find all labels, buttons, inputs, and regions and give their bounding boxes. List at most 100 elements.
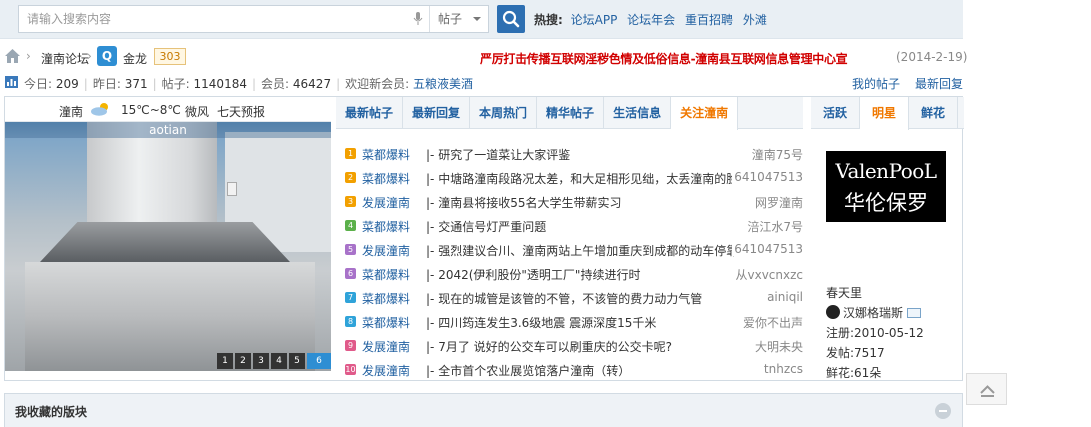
slideshow-caption: aotian — [5, 122, 331, 138]
home-icon[interactable] — [5, 49, 20, 63]
slideshow-page-button[interactable]: 4 — [271, 353, 287, 369]
search-box: 帖子 — [18, 5, 489, 33]
post-category-link[interactable]: 菜都爆料 — [362, 290, 410, 307]
post-title-link[interactable]: |- 四川筠连发生3.6级地震 震源深度15千米 — [426, 314, 736, 331]
post-category-link[interactable]: 菜都爆料 — [362, 170, 410, 187]
announcement-link[interactable]: 严厉打击传播互联网淫秽色情及低俗信息-潼南县互联网信息管理中心宣 — [480, 50, 848, 67]
post-title-link[interactable]: |- 强烈建议合川、潼南两站上午增加重庆到成都的动车停靠 — [426, 242, 736, 259]
tab-latest-posts[interactable]: 最新帖子 — [336, 97, 404, 129]
tab-flowers[interactable]: 鲜花 — [909, 97, 959, 129]
star-member-name[interactable]: 春天里 — [826, 283, 924, 303]
star-flower-count: 鲜花:61朵 — [826, 366, 882, 380]
slideshow-page-button[interactable]: 1 — [217, 353, 233, 369]
microphone-icon[interactable] — [413, 12, 423, 26]
new-member-link[interactable]: 五粮液美酒 — [413, 77, 473, 91]
post-title-link[interactable]: |- 7月了 说好的公交车可以刷重庆的公交卡呢? — [426, 338, 736, 355]
post-category-link[interactable]: 发展潼南 — [362, 242, 410, 259]
search-type-select[interactable]: 帖子 — [429, 6, 489, 32]
latest-reply-link[interactable]: 最新回复 — [915, 75, 963, 92]
post-rank-badge: 4 — [345, 220, 356, 231]
post-list: 1 菜都爆料 |- 研究了一道菜让大家评鉴 潼南75号 2 菜都爆料 |- 中塘路潼南段路况… — [342, 143, 803, 383]
post-author-link[interactable]: 从vxvcnxzc — [733, 266, 803, 283]
hot-keyword-link[interactable]: 论坛年会 — [627, 13, 675, 27]
post-category-link[interactable]: 菜都爆料 — [362, 266, 410, 283]
breadcrumb-forum-link[interactable]: 潼南论坛 — [41, 50, 89, 67]
tab-active-members[interactable]: 活跃 — [811, 97, 861, 129]
weather-temperature: 15℃~8℃ — [121, 103, 181, 117]
post-title-link[interactable]: |- 全市首个农业展览馆落户潼南（转） — [426, 362, 736, 379]
back-to-top-button[interactable] — [966, 373, 1007, 405]
forum-stats: 今日: 209 | 昨日: 371 | 帖子: 1140184 | 会员: 46427 | 欢迎… — [0, 72, 963, 92]
tab-follow-tongnan[interactable]: 关注潼南 — [671, 97, 739, 130]
qq-icon[interactable] — [826, 305, 840, 319]
post-author-link[interactable]: 涪江水7号 — [745, 218, 803, 235]
post-author-link[interactable]: ainiqil — [765, 290, 803, 304]
post-author-link[interactable]: tnhzcs — [761, 362, 803, 376]
tab-featured-posts[interactable]: 精华帖子 — [537, 97, 605, 129]
stats-text: 今日: 209 | 昨日: 371 | 帖子: 1140184 | 会员: 46427 | 欢迎… — [24, 77, 474, 91]
hot-keyword-link[interactable]: 外滩 — [743, 13, 767, 27]
member-tabs: 活跃 明星 鲜花 — [811, 97, 964, 130]
slideshow-page-button[interactable]: 3 — [253, 353, 269, 369]
search-button[interactable] — [497, 5, 525, 33]
top-search-bar: 帖子 热搜: 论坛APP 论坛年会 重百招聘 外滩 — [0, 0, 963, 39]
announcement-date: (2014-2-19) — [896, 50, 968, 64]
post-row: 10 发展潼南 |- 全市首个农业展览馆落户潼南（转） tnhzcs — [342, 359, 803, 383]
username-link[interactable]: 金龙 — [123, 50, 147, 67]
my-posts-link[interactable]: 我的帖子 — [852, 75, 900, 92]
slideshow-image[interactable]: aotian 1 2 3 4 5 6 — [5, 122, 331, 371]
post-author-link[interactable]: 潼南75号 — [749, 146, 803, 163]
weather-forecast-link[interactable]: 七天预报 — [217, 103, 265, 120]
post-author-link[interactable]: 网罗潼南 — [752, 194, 803, 211]
post-author-link[interactable]: 爱你不出声 — [740, 314, 803, 331]
post-rank-badge: 10 — [345, 364, 356, 375]
post-category-link[interactable]: 菜都爆料 — [362, 146, 410, 163]
post-category-link[interactable]: 菜都爆料 — [362, 314, 410, 331]
tab-weekly-hot[interactable]: 本周热门 — [470, 97, 538, 129]
post-row: 4 菜都爆料 |- 交通信号灯严重问题 涪江水7号 — [342, 215, 803, 239]
star-register-date: 注册:2010-05-12 — [826, 326, 924, 340]
favorite-forums-bar: 我收藏的版块 — [4, 393, 963, 427]
weather-bar: 潼南 15℃~8℃ 微风 七天预报 — [5, 97, 331, 122]
post-title-link[interactable]: |- 2042(伊利股份"透明工厂"持续进行时 — [426, 266, 736, 283]
yesterday-label: 昨日: — [92, 77, 121, 91]
slideshow-page-button[interactable]: 2 — [235, 353, 251, 369]
star-qq-name[interactable]: 汉娜格瑞斯 — [843, 306, 903, 320]
user-avatar[interactable]: Q — [97, 46, 117, 66]
favorite-forums-title: 我收藏的版块 — [15, 405, 88, 419]
tab-star-members[interactable]: 明星 — [860, 97, 910, 130]
collapse-icon[interactable] — [935, 403, 951, 419]
breadcrumb-separator: › — [87, 49, 92, 63]
post-category-link[interactable]: 发展潼南 — [362, 194, 410, 211]
hot-search-label: 热搜: — [534, 13, 563, 27]
post-rank-badge: 2 — [345, 172, 356, 183]
post-title-link[interactable]: |- 研究了一道菜让大家评鉴 — [426, 146, 736, 163]
slideshow-page-button[interactable]: 5 — [289, 353, 305, 369]
posts-count: 1140184 — [193, 77, 247, 91]
post-author-link[interactable]: 641047513 — [732, 170, 803, 184]
slideshow-page-button-active[interactable]: 6 — [307, 353, 331, 369]
search-icon — [502, 10, 520, 28]
post-category-link[interactable]: 发展潼南 — [362, 362, 410, 379]
search-input[interactable] — [19, 6, 429, 32]
post-title-link[interactable]: |- 潼南县将接收55名大学生带薪实习 — [426, 194, 736, 211]
members-label: 会员: — [261, 77, 290, 91]
post-title-link[interactable]: |- 交通信号灯严重问题 — [426, 218, 736, 235]
arrow-up-icon — [980, 385, 995, 397]
post-author-link[interactable]: 大明未央 — [752, 338, 803, 355]
tab-latest-replies[interactable]: 最新回复 — [403, 97, 471, 129]
post-title-link[interactable]: |- 现在的城管是该管的不管，不该管的费力动力气管 — [426, 290, 736, 307]
star-post-count: 发帖:7517 — [826, 346, 885, 360]
post-row: 5 发展潼南 |- 强烈建议合川、潼南两站上午增加重庆到成都的动车停靠 6410475… — [342, 239, 803, 263]
post-category-link[interactable]: 菜都爆料 — [362, 218, 410, 235]
star-member-image[interactable]: ValenPooL 华伦保罗 — [826, 151, 946, 222]
breadcrumb-separator: › — [26, 49, 31, 63]
post-title-link[interactable]: |- 中塘路潼南段路况太差，和大足相形见绌，太丢潼南的脸面 — [426, 170, 736, 187]
hot-keyword-link[interactable]: 论坛APP — [571, 13, 618, 27]
post-rank-badge: 9 — [345, 340, 356, 351]
hot-keyword-link[interactable]: 重百招聘 — [685, 13, 733, 27]
profile-card-icon[interactable] — [907, 308, 922, 318]
post-author-link[interactable]: 641047513 — [732, 242, 803, 256]
post-category-link[interactable]: 发展潼南 — [362, 338, 410, 355]
tab-life-info[interactable]: 生活信息 — [604, 97, 672, 129]
